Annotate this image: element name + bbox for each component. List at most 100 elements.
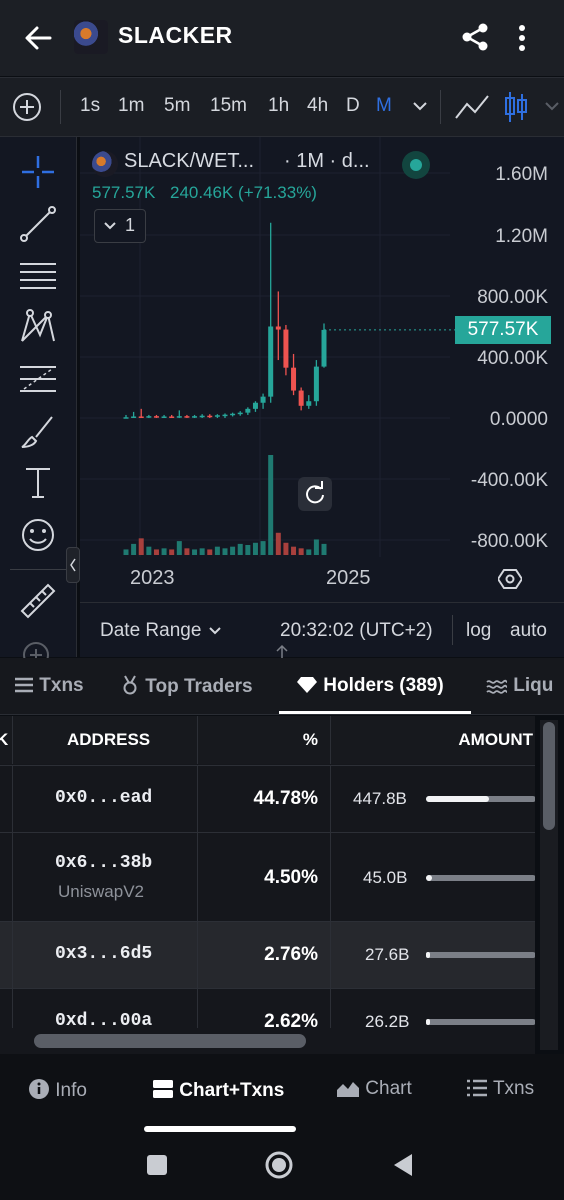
divider bbox=[10, 569, 66, 570]
table-row[interactable]: 0x6...38b UniswapV2 4.50% 45.0B bbox=[0, 832, 535, 921]
column-header-address[interactable]: ADDRESS bbox=[13, 716, 198, 764]
volume-bar bbox=[214, 546, 220, 555]
holder-label: UniswapV2 bbox=[58, 882, 144, 901]
holding-bar bbox=[426, 796, 535, 802]
nav-label: Info bbox=[55, 1080, 87, 1101]
divider bbox=[440, 90, 441, 124]
date-range-button[interactable]: Date Range bbox=[100, 620, 201, 642]
indicators-toggle[interactable]: 1 bbox=[94, 209, 146, 243]
table-scrollbar-thumb[interactable] bbox=[543, 722, 555, 830]
y-tick: 800.00K bbox=[477, 287, 548, 308]
timeframe-1h[interactable]: 1h bbox=[268, 95, 289, 117]
tab-holders[interactable]: Holders (389) bbox=[296, 675, 444, 697]
page-title: SLACKER bbox=[118, 22, 233, 48]
tab-txns[interactable]: Txns bbox=[14, 675, 84, 697]
holder-address[interactable]: 0xd...00a bbox=[55, 1011, 152, 1028]
timeframe-1m[interactable]: 1m bbox=[118, 95, 144, 117]
refresh-icon bbox=[306, 481, 324, 504]
gesture-handle[interactable] bbox=[144, 1126, 296, 1132]
emoji-icon[interactable] bbox=[18, 515, 58, 555]
candle-body bbox=[260, 396, 266, 403]
chevron-down-icon[interactable] bbox=[412, 100, 428, 112]
table-row[interactable]: 0xd...00a 2.62% 26.2B bbox=[0, 988, 535, 1028]
crosshair-icon[interactable] bbox=[18, 152, 58, 192]
candle-body bbox=[252, 402, 258, 409]
candle-body bbox=[176, 416, 182, 418]
volume-bar bbox=[306, 549, 312, 555]
tabs-bar: Txns Top Traders Holders (389) Liqu bbox=[0, 658, 564, 715]
ruler-icon[interactable] bbox=[18, 581, 58, 621]
volume-bar bbox=[192, 549, 198, 555]
trend-line-icon[interactable] bbox=[18, 204, 58, 244]
auto-scale-toggle[interactable]: auto bbox=[510, 620, 547, 642]
add-indicator-icon[interactable] bbox=[12, 92, 42, 122]
back-arrow-icon[interactable] bbox=[24, 24, 52, 52]
active-tab-indicator bbox=[279, 711, 471, 714]
back-icon[interactable] bbox=[392, 1152, 414, 1178]
sidebar-collapse-handle[interactable] bbox=[66, 547, 80, 583]
nav-txns[interactable]: Txns bbox=[466, 1078, 534, 1100]
home-icon[interactable] bbox=[264, 1150, 294, 1180]
candle-body bbox=[207, 415, 213, 418]
top-bar: SLACKER bbox=[0, 0, 564, 76]
y-tick: 400.00K bbox=[477, 348, 548, 369]
holder-percent: 44.78% bbox=[253, 788, 318, 809]
holder-amount: 26.2B bbox=[365, 1012, 410, 1028]
candle-body bbox=[184, 416, 190, 418]
tab-liquidity[interactable]: Liqu bbox=[486, 675, 553, 697]
chart-settings-icon[interactable] bbox=[498, 567, 522, 591]
horizontal-lines-icon[interactable] bbox=[18, 256, 58, 296]
holder-address[interactable]: 0x3...6d5 bbox=[55, 944, 152, 964]
chart-clock: 20:32:02 (UTC+2) bbox=[280, 620, 433, 641]
line-chart-icon[interactable] bbox=[454, 92, 490, 122]
holder-address[interactable]: 0x0...ead bbox=[55, 788, 152, 808]
table-hscrollbar-track[interactable] bbox=[0, 1028, 535, 1054]
volume-bar bbox=[283, 542, 289, 555]
volume-bar bbox=[321, 543, 327, 555]
volume-bar bbox=[207, 549, 213, 555]
tab-top-traders[interactable]: Top Traders bbox=[120, 675, 253, 698]
diamond-icon bbox=[297, 677, 317, 693]
table-row[interactable]: 0x0...ead 44.78% 447.8B bbox=[0, 765, 535, 832]
chevron-down-icon[interactable] bbox=[544, 100, 560, 112]
nav-info[interactable]: Info bbox=[28, 1078, 87, 1102]
share-icon[interactable] bbox=[460, 22, 490, 52]
timeframe-15m[interactable]: 15m bbox=[210, 95, 247, 117]
brush-icon[interactable] bbox=[18, 411, 58, 451]
holding-bar bbox=[426, 875, 535, 881]
volume-bar bbox=[268, 455, 274, 555]
table-row[interactable]: 0x3...6d5 2.76% 27.6B bbox=[0, 921, 535, 988]
log-scale-toggle[interactable]: log bbox=[466, 620, 491, 642]
table-hscrollbar-thumb[interactable] bbox=[34, 1034, 306, 1048]
chevron-left-icon bbox=[70, 558, 76, 572]
pattern-icon[interactable] bbox=[18, 307, 58, 347]
text-tool-icon[interactable] bbox=[18, 463, 58, 503]
candle-body bbox=[131, 416, 137, 418]
column-header-amount[interactable]: AMOUNT bbox=[331, 716, 535, 764]
candle-body bbox=[169, 416, 175, 418]
last-price: 577.57K bbox=[92, 183, 156, 202]
live-status-indicator bbox=[402, 151, 430, 179]
table-scrollbar-track[interactable] bbox=[540, 720, 558, 1050]
fib-retracement-icon[interactable] bbox=[18, 359, 58, 399]
candle-body bbox=[237, 412, 243, 415]
timeframe-5m[interactable]: 5m bbox=[164, 95, 190, 117]
more-options-icon[interactable] bbox=[514, 24, 530, 52]
price-chart[interactable]: SLACK/WET... · 1M · d... 577.57K 240.46K… bbox=[80, 137, 564, 657]
holder-address[interactable]: 0x6...38b bbox=[55, 853, 152, 873]
column-header-percent[interactable]: % bbox=[198, 716, 331, 764]
nav-chart[interactable]: Chart bbox=[336, 1078, 412, 1100]
timeframe-d[interactable]: D bbox=[346, 95, 360, 117]
nav-chart-txns[interactable]: Chart+Txns bbox=[152, 1078, 284, 1102]
recent-apps-icon[interactable] bbox=[146, 1154, 168, 1176]
area-chart-icon bbox=[337, 1082, 359, 1097]
volume-bar bbox=[131, 543, 137, 555]
list-icon bbox=[15, 677, 33, 693]
volume-bar bbox=[153, 549, 159, 555]
reset-chart-button[interactable] bbox=[298, 477, 332, 511]
timeframe-4h[interactable]: 4h bbox=[307, 95, 328, 117]
timeframe-m[interactable]: M bbox=[376, 95, 392, 117]
candlestick-icon[interactable] bbox=[504, 90, 528, 124]
y-tick: 1.60M bbox=[495, 164, 548, 185]
timeframe-1s[interactable]: 1s bbox=[80, 95, 100, 117]
